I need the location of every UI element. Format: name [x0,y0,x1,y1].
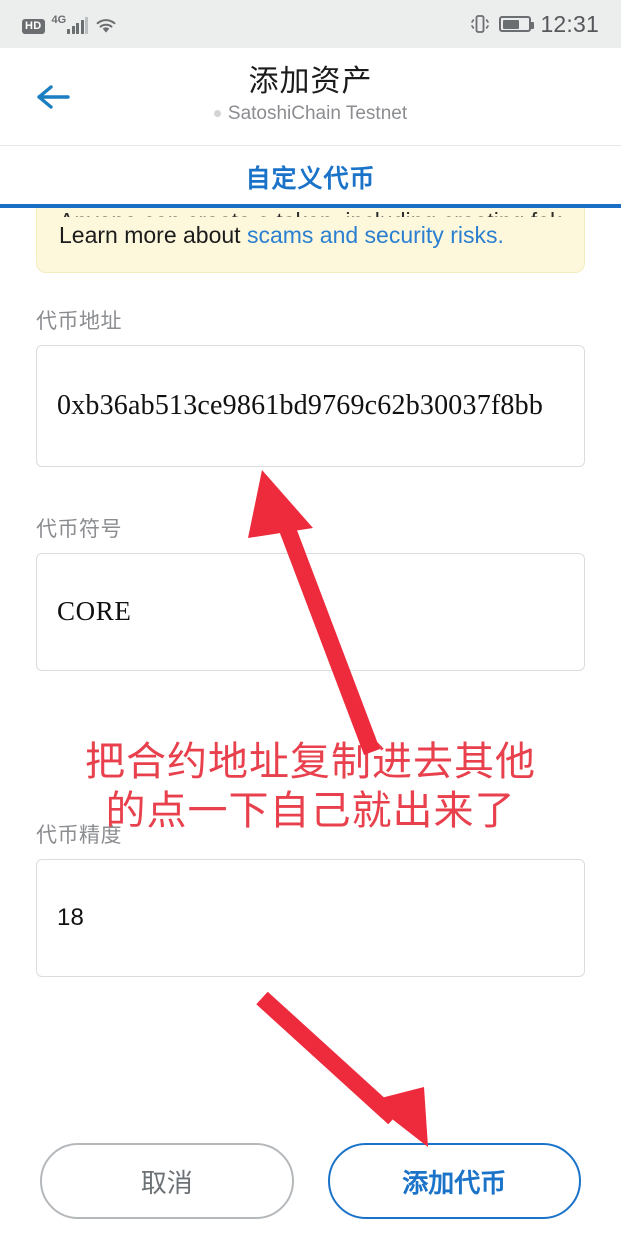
cellular-signal-icon: 4G [51,13,89,34]
cancel-button[interactable]: 取消 [40,1143,294,1219]
network-type-label: 4G [51,13,67,26]
status-bar-right: 12:31 [470,11,599,38]
back-button[interactable] [28,71,80,123]
annotation-line-1: 把合约地址复制进去其他 [85,740,536,784]
footer-actions: 取消 添加代币 [0,1120,621,1242]
battery-icon [499,16,535,32]
app-header: 添加资产 SatoshiChain Testnet [0,48,621,146]
token-address-label: 代币地址 [36,309,122,333]
token-decimals-value: 18 [57,903,85,931]
network-status-dot-icon [213,110,221,118]
field-token-symbol: 代币符号 CORE [36,513,585,671]
field-token-address: 代币地址 0xb36ab513ce9861bd9769c62b30037f8bb [36,305,585,467]
token-symbol-label: 代币符号 [36,517,122,541]
page-title: 添加资产 [248,65,373,99]
token-symbol-value: CORE [57,596,132,627]
signal-bars-icon [67,16,89,34]
back-arrow-icon [37,84,70,109]
token-decimals-label: 代币精度 [36,823,122,847]
field-token-decimals: 代币精度 18 [36,819,585,977]
wifi-icon [95,17,117,34]
hd-icon: HD [22,19,45,34]
clock-label: 12:31 [540,10,599,37]
form-scroll-area[interactable]: Anyone can create a token, including cre… [0,208,621,1098]
vibrate-icon [470,13,490,35]
token-symbol-input[interactable]: CORE [36,552,585,671]
token-address-value: 0xb36ab513ce9861bd9769c62b30037f8bb [57,389,544,421]
warning-text: Learn more about [59,222,247,248]
scams-and-security-risks-link[interactable]: scams and security risks. [247,222,504,248]
header-titles: 添加资产 SatoshiChain Testnet [213,64,408,127]
tab-custom-token[interactable]: 自定义代币 [245,159,375,195]
network-indicator: SatoshiChain Testnet [213,101,408,127]
warning-banner: Anyone can create a token, including cre… [36,208,585,273]
token-address-input[interactable]: 0xb36ab513ce9861bd9769c62b30037f8bb [36,344,585,467]
add-token-button[interactable]: 添加代币 [327,1143,581,1219]
tab-bar: 自定义代币 [0,146,621,208]
token-decimals-input[interactable]: 18 [36,858,585,977]
warning-clipped-line: Anyone can create a token, including cre… [59,208,562,217]
status-bar-left: HD 4G [22,13,117,34]
network-name-label: SatoshiChain Testnet [227,102,408,124]
status-bar: HD 4G 12:31 [0,0,621,48]
